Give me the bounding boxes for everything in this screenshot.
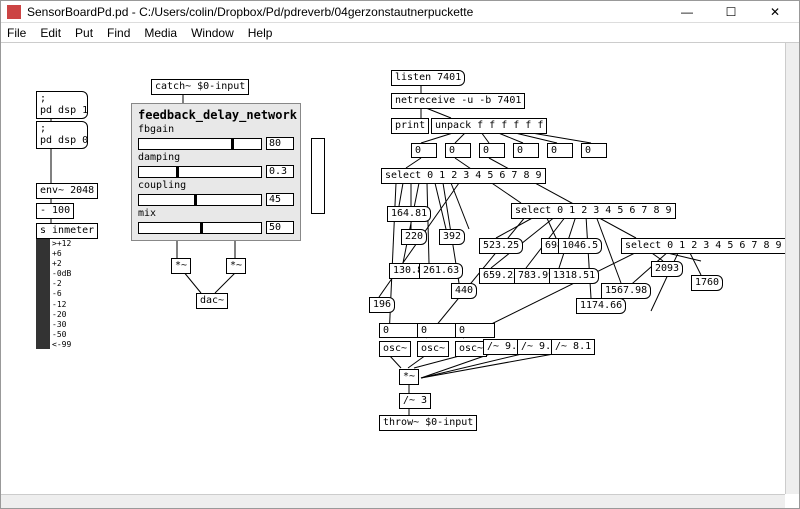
numbox-0d[interactable]: 0 [513,143,539,158]
vu-tick: -6 [52,289,71,298]
msg-1567[interactable]: 1567.98 [601,283,651,299]
object-dac[interactable]: dac~ [196,293,228,309]
damping-label: damping [138,152,294,163]
vu-scale: >+12 +6 +2 -0dB -2 -6 -12 -20 -30 -50 <-… [52,239,71,349]
message-listen[interactable]: listen 7401 [391,70,465,86]
mix-value[interactable]: 50 [266,221,294,234]
msg-1174[interactable]: 1174.66 [576,298,626,314]
fdn-title: feedback_delay_network [138,108,294,122]
coupling-label: coupling [138,180,294,191]
msg-220[interactable]: 220 [401,229,427,245]
object-print[interactable]: print [391,118,429,134]
message-dsp-0[interactable]: ; pd dsp 0 [36,121,88,149]
msg-1760[interactable]: 1760 [691,275,723,291]
array-graph[interactable] [311,138,325,214]
window-title: SensorBoardPd.pd - C:/Users/colin/Dropbo… [27,5,669,19]
fbgain-label: fbgain [138,124,294,135]
damping-value[interactable]: 0.3 [266,165,294,178]
msg-1046[interactable]: 1046.5 [558,238,602,254]
coupling-value[interactable]: 45 [266,193,294,206]
object-send-inmeter[interactable]: s inmeter [36,223,98,239]
object-multiply-2[interactable]: *~ [226,258,246,274]
msg-1318[interactable]: 1318.51 [549,268,599,284]
object-select-2[interactable]: select 0 1 2 3 4 5 6 7 8 9 [511,203,676,219]
numbox-osc3-freq[interactable]: 0 [455,323,495,338]
vu-tick: +6 [52,249,71,258]
msg-196[interactable]: 196 [369,297,395,313]
mix-slider[interactable] [138,222,262,234]
app-window: SensorBoardPd.pd - C:/Users/colin/Dropbo… [0,0,800,509]
object-unpack[interactable]: unpack f f f f f f [431,118,547,134]
msg-392[interactable]: 392 [439,229,465,245]
damping-slider[interactable] [138,166,262,178]
vu-tick: >+12 [52,239,71,248]
mix-label: mix [138,208,294,219]
object-osc-1[interactable]: osc~ [379,341,411,357]
close-button[interactable]: ✕ [757,2,793,22]
menubar: File Edit Put Find Media Window Help [1,23,799,43]
object-multiply-1[interactable]: *~ [171,258,191,274]
menu-window[interactable]: Window [191,26,234,40]
patch-canvas[interactable]: ; pd dsp 1 ; pd dsp 0 env~ 2048 - 100 s … [1,43,799,508]
numbox-osc1-freq[interactable]: 0 [379,323,419,338]
menu-put[interactable]: Put [75,26,93,40]
object-throw[interactable]: throw~ $0-input [379,415,477,431]
object-div-81[interactable]: /~ 8.1 [551,339,595,355]
msg-440[interactable]: 440 [451,283,477,299]
object-minus-100[interactable]: - 100 [36,203,74,219]
vu-bar [36,239,50,349]
numbox-0e[interactable]: 0 [547,143,573,158]
numbox-0c[interactable]: 0 [479,143,505,158]
msg-261[interactable]: 261.63 [419,263,463,279]
menu-find[interactable]: Find [107,26,130,40]
menu-help[interactable]: Help [248,26,273,40]
msg-523[interactable]: 523.25 [479,238,523,254]
fdn-subpatch[interactable]: feedback_delay_network fbgain 80 damping… [131,103,301,241]
numbox-0f[interactable]: 0 [581,143,607,158]
object-osc-2[interactable]: osc~ [417,341,449,357]
menu-media[interactable]: Media [144,26,177,40]
vu-tick: -12 [52,300,71,309]
vu-tick: -2 [52,279,71,288]
minimize-button[interactable]: — [669,2,705,22]
coupling-slider[interactable] [138,194,262,206]
message-dsp-1[interactable]: ; pd dsp 1 [36,91,88,119]
menu-edit[interactable]: Edit [40,26,61,40]
numbox-osc2-freq[interactable]: 0 [417,323,457,338]
vu-tick: -20 [52,310,71,319]
scrollbar-horizontal[interactable] [1,494,785,508]
numbox-0b[interactable]: 0 [445,143,471,158]
numbox-0a[interactable]: 0 [411,143,437,158]
object-env[interactable]: env~ 2048 [36,183,98,199]
vu-meter: >+12 +6 +2 -0dB -2 -6 -12 -20 -30 -50 <-… [36,239,71,349]
object-div-3[interactable]: /~ 3 [399,393,431,409]
vu-tick: -50 [52,330,71,339]
scrollbar-vertical[interactable] [785,43,799,494]
fbgain-value[interactable]: 80 [266,137,294,150]
vu-tick: +2 [52,259,71,268]
msg-2093[interactable]: 2093 [651,261,683,277]
maximize-button[interactable]: ☐ [713,2,749,22]
object-multiply-3[interactable]: *~ [399,369,419,385]
msg-164[interactable]: 164.81 [387,206,431,222]
vu-tick: -30 [52,320,71,329]
object-netreceive[interactable]: netreceive -u -b 7401 [391,93,525,109]
fbgain-slider[interactable] [138,138,262,150]
vu-tick: <-99 [52,340,71,349]
object-select-1[interactable]: select 0 1 2 3 4 5 6 7 8 9 [381,168,546,184]
object-select-3[interactable]: select 0 1 2 3 4 5 6 7 8 9 [621,238,786,254]
titlebar: SensorBoardPd.pd - C:/Users/colin/Dropbo… [1,1,799,23]
pd-app-icon [7,5,21,19]
menu-file[interactable]: File [7,26,26,40]
vu-tick: -0dB [52,269,71,278]
object-catch[interactable]: catch~ $0-input [151,79,249,95]
